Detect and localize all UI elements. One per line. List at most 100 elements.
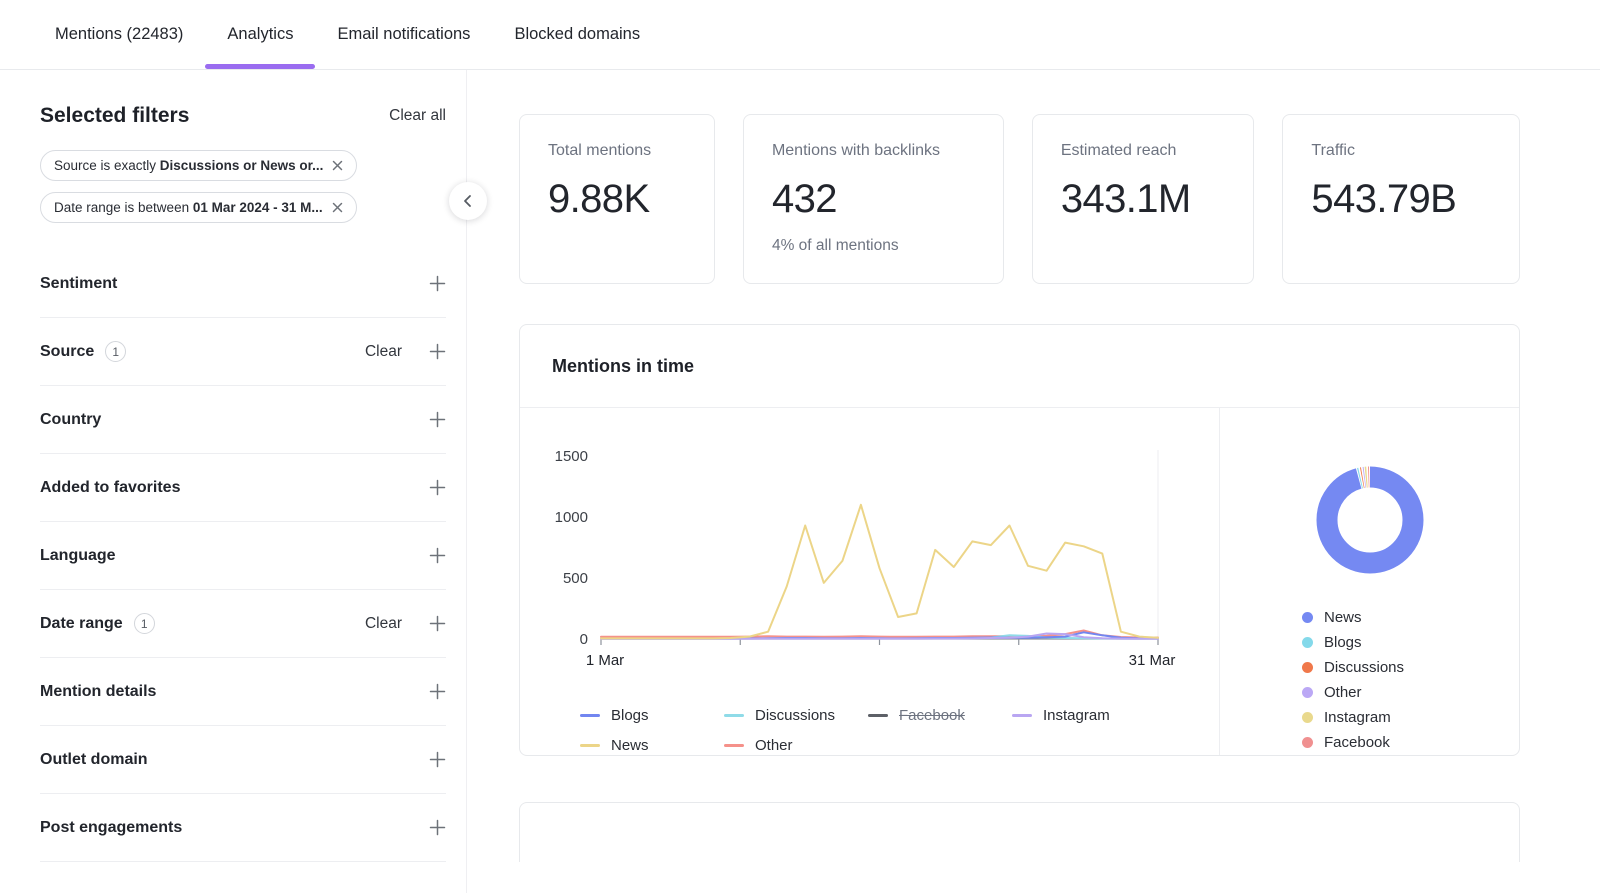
legend-item-instagram[interactable]: Instagram — [1012, 707, 1156, 724]
filter-section-mention-details[interactable]: Mention details — [40, 658, 446, 726]
remove-filter-icon[interactable] — [332, 202, 343, 213]
donut-legend-item-instagram[interactable]: Instagram — [1302, 705, 1404, 730]
expand-filter-button[interactable] — [429, 615, 446, 632]
filter-section-label: Added to favorites — [40, 479, 180, 497]
filter-chip-text: Source is exactly Discussions or News or… — [54, 158, 323, 173]
legend-item-other[interactable]: Other — [724, 737, 868, 754]
clear-filter-button[interactable]: Clear — [365, 343, 402, 361]
stat-value: 432 — [772, 177, 975, 222]
expand-filter-button[interactable] — [429, 683, 446, 700]
expand-filter-button[interactable] — [429, 275, 446, 292]
legend-label: Other — [755, 737, 793, 754]
tabs-nav: Mentions (22483) Analytics Email notificat… — [55, 0, 640, 69]
legend-item-facebook[interactable]: Facebook — [868, 707, 1012, 724]
filter-count-badge: 1 — [134, 613, 155, 634]
filter-section-controls — [429, 411, 446, 428]
line-chart-section: 0500100015001 Mar31 Mar Blogs Discussions… — [520, 408, 1219, 755]
expand-filter-button[interactable] — [429, 751, 446, 768]
filter-section-label: Sentiment — [40, 275, 117, 293]
filter-section-label: Post engagements — [40, 819, 182, 837]
legend-item-blogs[interactable]: Blogs — [580, 707, 724, 724]
filter-section-controls: Clear — [365, 615, 446, 633]
filter-chip[interactable]: Source is exactly Discussions or News or… — [40, 150, 357, 181]
filters-title: Selected filters — [40, 104, 189, 128]
filter-section-controls — [429, 751, 446, 768]
next-card-partial — [519, 802, 1520, 862]
filter-sections-list: SentimentSource1ClearCountryAdded to fav… — [40, 250, 446, 862]
mentions-in-time-title: Mentions in time — [552, 356, 1487, 377]
donut-legend-item-discussions[interactable]: Discussions — [1302, 655, 1404, 680]
legend-dash-instagram — [1012, 714, 1032, 717]
filter-section-label: Language — [40, 547, 116, 565]
stat-subtext: 4% of all mentions — [772, 237, 975, 255]
donut-legend-item-other[interactable]: Other — [1302, 680, 1404, 705]
donut-slice-news[interactable] — [1327, 477, 1413, 563]
legend-label: Discussions — [755, 707, 835, 724]
donut-legend-label: Facebook — [1324, 734, 1390, 751]
brand-monitoring-analytics-page: Mentions (22483) Analytics Email notificat… — [0, 0, 1600, 893]
expand-filter-button[interactable] — [429, 547, 446, 564]
stat-card-estimated-reach: Estimated reach 343.1M — [1032, 114, 1255, 284]
filter-section-sentiment[interactable]: Sentiment — [40, 250, 446, 318]
series-line-news[interactable] — [601, 505, 1158, 639]
expand-filter-button[interactable] — [429, 343, 446, 360]
legend-dash-other — [724, 744, 744, 747]
filter-count-badge: 1 — [105, 341, 126, 362]
stat-card-mentions-with-backlinks: Mentions with backlinks4324% of all ment… — [743, 114, 1004, 284]
sources-donut-chart[interactable] — [1310, 460, 1430, 580]
filter-section-controls — [429, 683, 446, 700]
collapse-sidebar-button[interactable] — [449, 182, 487, 220]
filter-section-post-engagements[interactable]: Post engagements — [40, 794, 446, 862]
donut-legend-item-news[interactable]: News — [1302, 605, 1404, 630]
analytics-main: Total mentions9.88KMentions with backlin… — [467, 70, 1600, 893]
mentions-line-chart[interactable]: 0500100015001 Mar31 Mar — [546, 434, 1186, 674]
filter-section-added-to-favorites[interactable]: Added to favorites — [40, 454, 446, 522]
filter-section-label: Mention details — [40, 683, 156, 701]
stat-cards-row: Total mentions9.88KMentions with backlin… — [519, 114, 1520, 284]
content-area: Selected filters Clear all Source is exa… — [0, 70, 1600, 893]
clear-filter-button[interactable]: Clear — [365, 615, 402, 633]
plus-icon — [429, 615, 446, 632]
legend-dot-discussions — [1302, 662, 1313, 673]
tab-analytics[interactable]: Analytics — [227, 0, 293, 69]
mentions-in-time-body: 0500100015001 Mar31 Mar Blogs Discussions… — [520, 408, 1519, 755]
filter-section-controls — [429, 819, 446, 836]
chevron-left-icon — [460, 193, 476, 209]
svg-text:1500: 1500 — [555, 448, 588, 465]
filter-section-controls — [429, 547, 446, 564]
stat-value: 543.79B — [1311, 177, 1491, 222]
filter-chip[interactable]: Date range is between 01 Mar 2024 - 31 M… — [40, 192, 357, 223]
legend-dash-facebook — [868, 714, 888, 717]
legend-item-news[interactable]: News — [580, 737, 724, 754]
donut-legend-item-facebook[interactable]: Facebook — [1302, 730, 1404, 755]
legend-item-discussions[interactable]: Discussions — [724, 707, 868, 724]
stat-value: 343.1M — [1061, 177, 1226, 222]
filter-section-label: Country — [40, 411, 101, 429]
expand-filter-button[interactable] — [429, 479, 446, 496]
tab-mentions-22483[interactable]: Mentions (22483) — [55, 0, 183, 69]
filter-section-language[interactable]: Language — [40, 522, 446, 590]
stat-label: Estimated reach — [1061, 142, 1226, 160]
filter-chip-value: Discussions or News or... — [160, 158, 324, 173]
line-chart-legend: Blogs Discussions FacebookInstagram News Oth… — [580, 707, 1215, 754]
donut-legend-item-blogs[interactable]: Blogs — [1302, 630, 1404, 655]
donut-legend-label: Blogs — [1324, 634, 1362, 651]
filter-section-label: Date range — [40, 615, 123, 633]
clear-all-filters-button[interactable]: Clear all — [389, 107, 446, 125]
filter-section-country[interactable]: Country — [40, 386, 446, 454]
expand-filter-button[interactable] — [429, 411, 446, 428]
tab-blocked-domains[interactable]: Blocked domains — [514, 0, 640, 69]
stat-label: Traffic — [1311, 142, 1491, 160]
tab-label: Mentions (22483) — [55, 25, 183, 44]
donut-chart-section: News Blogs DiscussionsOtherInstagram Facebo… — [1219, 408, 1519, 755]
filter-section-source[interactable]: Source1Clear — [40, 318, 446, 386]
filter-section-outlet-domain[interactable]: Outlet domain — [40, 726, 446, 794]
filter-chip-value: 01 Mar 2024 - 31 M... — [193, 200, 323, 215]
tab-email-notifications[interactable]: Email notifications — [337, 0, 470, 69]
remove-filter-icon[interactable] — [332, 160, 343, 171]
expand-filter-button[interactable] — [429, 819, 446, 836]
stat-card-traffic: Traffic 543.79B — [1282, 114, 1520, 284]
active-filter-chips: Source is exactly Discussions or News or… — [40, 150, 446, 234]
filter-section-date-range[interactable]: Date range 1 Clear — [40, 590, 446, 658]
plus-icon — [429, 343, 446, 360]
